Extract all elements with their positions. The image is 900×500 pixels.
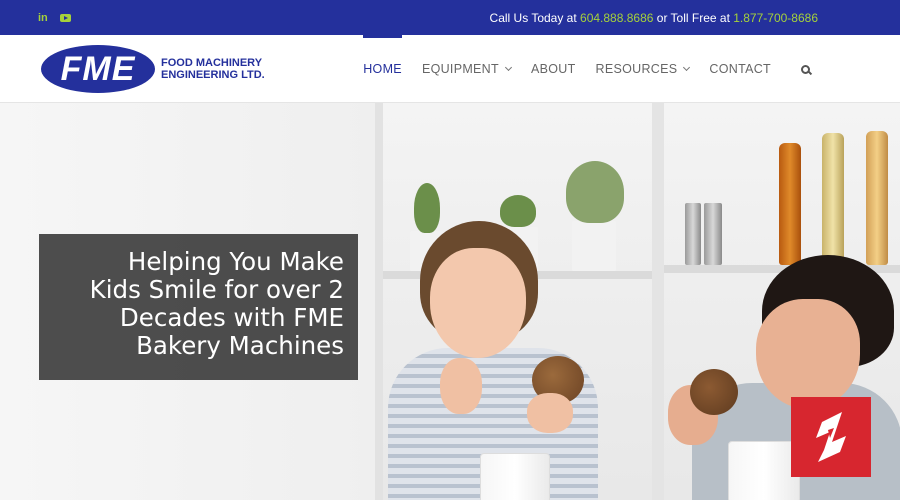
plant	[414, 183, 440, 233]
bottle	[822, 133, 844, 265]
girl-face	[430, 248, 526, 358]
toll-prefix: or Toll Free at	[653, 10, 734, 25]
headline-line: Bakery Machines	[136, 331, 344, 360]
headline-line: Helping You Make	[127, 247, 344, 276]
bottle	[866, 131, 888, 265]
site-header: FME FOOD MACHINERY ENGINEERING LTD. HOME…	[0, 35, 900, 103]
cookie	[690, 369, 738, 415]
boy-face	[756, 299, 860, 409]
search-icon	[801, 64, 810, 74]
nav-item-equipment[interactable]: EQUIPMENT	[412, 35, 521, 103]
company-logo[interactable]: FME FOOD MACHINERY ENGINEERING LTD.	[41, 45, 265, 93]
headline-line: Decades with FME	[119, 303, 344, 332]
main-nav: HOME EQUIPMENT ABOUT RESOURCES CONTACT	[353, 35, 820, 103]
nav-item-label: RESOURCES	[595, 62, 678, 76]
logo-line-2: ENGINEERING LTD.	[161, 69, 265, 81]
canister	[685, 203, 701, 265]
social-links: in	[38, 12, 71, 24]
local-phone-link[interactable]: 604.888.8686	[580, 11, 653, 25]
plant-pot	[572, 221, 616, 271]
girl-hand	[527, 393, 573, 433]
bottle	[779, 143, 801, 265]
youtube-icon[interactable]	[59, 13, 71, 22]
canister	[704, 203, 722, 265]
hero-headline: Helping You Make Kids Smile for over 2 D…	[53, 248, 344, 360]
chevron-down-icon	[504, 63, 512, 72]
nav-item-resources[interactable]: RESOURCES	[586, 35, 700, 103]
call-prefix: Call Us Today at	[489, 10, 581, 25]
linkedin-icon[interactable]: in	[38, 12, 48, 24]
headline-line: Kids Smile for over 2	[89, 275, 344, 304]
nav-item-label: CONTACT	[709, 62, 771, 76]
chevron-down-icon	[683, 63, 691, 72]
nav-item-label: ABOUT	[530, 62, 576, 76]
nav-item-contact[interactable]: CONTACT	[699, 35, 781, 103]
milk-glass	[728, 441, 800, 500]
contact-line: Call Us Today at 604.888.8686 or Toll Fr…	[490, 11, 818, 25]
nav-item-label: HOME	[363, 62, 402, 76]
plant	[566, 161, 624, 223]
top-bar: in Call Us Today at 604.888.8686 or Toll…	[0, 0, 900, 35]
shelf-divider	[652, 103, 664, 500]
girl-hand	[440, 358, 482, 414]
badge-glyph-icon	[816, 412, 846, 462]
logo-mark: FME	[41, 45, 155, 93]
nav-item-label: EQUIPMENT	[421, 62, 499, 76]
nav-item-home[interactable]: HOME	[353, 35, 412, 103]
nav-item-about[interactable]: ABOUT	[521, 35, 586, 103]
toll-free-phone-link[interactable]: 1.877-700-8686	[733, 11, 818, 25]
logo-text: FOOD MACHINERY ENGINEERING LTD.	[161, 57, 265, 81]
brand-badge-icon[interactable]	[791, 397, 871, 477]
hero-banner: Helping You Make Kids Smile for over 2 D…	[0, 103, 900, 500]
plant	[500, 195, 536, 227]
milk-glass	[480, 453, 550, 500]
shelf-divider	[375, 103, 383, 500]
nav-search[interactable]	[781, 35, 820, 103]
hero-headline-box: Helping You Make Kids Smile for over 2 D…	[39, 234, 358, 380]
logo-line-1: FOOD MACHINERY	[161, 57, 263, 69]
